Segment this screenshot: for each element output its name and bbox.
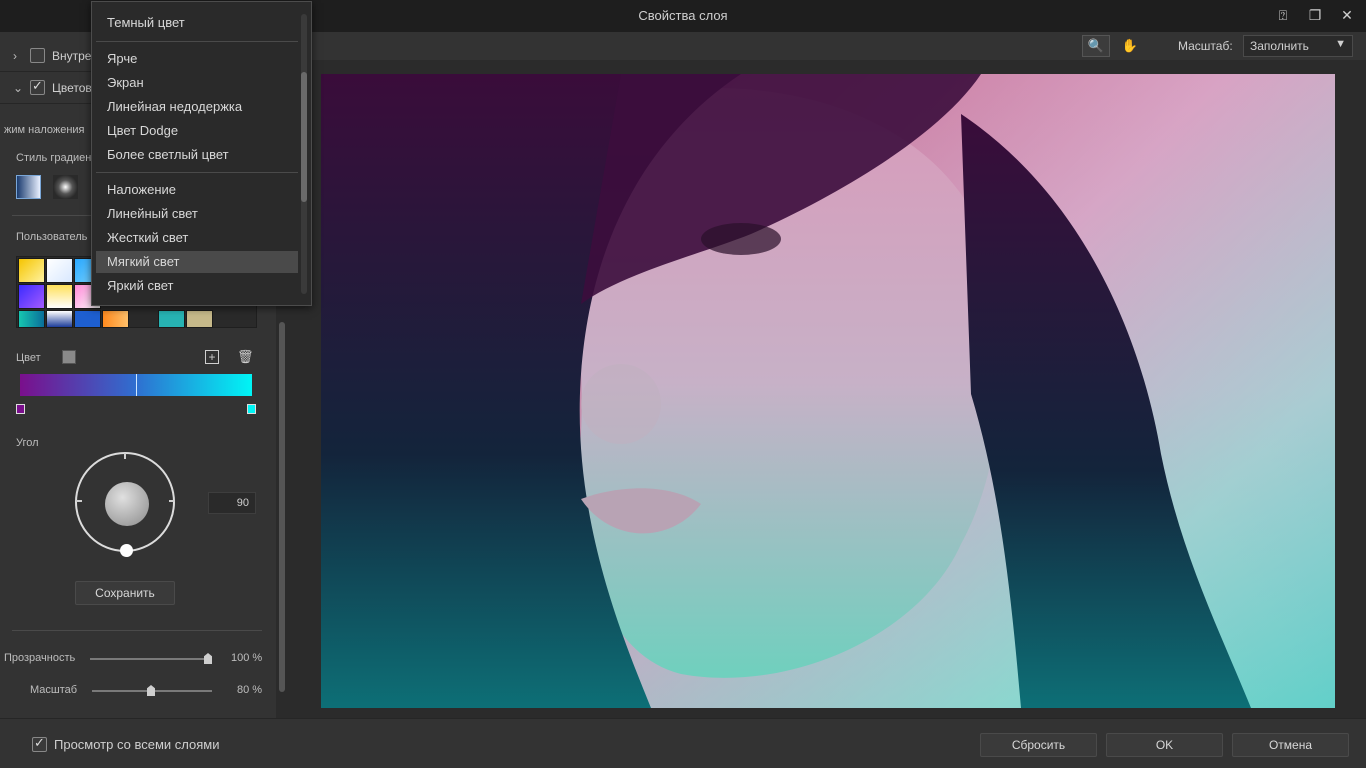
zoom-tool-icon[interactable]: 🔍 bbox=[1082, 35, 1110, 57]
window-controls: ⍰ ❐ ✕ bbox=[1274, 6, 1356, 24]
add-stop-icon[interactable]: + bbox=[205, 350, 219, 364]
blend-option[interactable]: Темный цвет bbox=[96, 12, 298, 34]
blend-option[interactable]: Жесткий свет bbox=[96, 227, 298, 249]
preset-swatch[interactable] bbox=[102, 310, 129, 328]
blend-option[interactable]: Линейный свет bbox=[96, 203, 298, 225]
preset-swatch[interactable] bbox=[46, 310, 73, 328]
preview-toolbar: 🔍 ✋ Масштаб: Заполнить ▼ bbox=[290, 32, 1366, 60]
zoom-select[interactable]: Заполнить ▼ bbox=[1243, 35, 1353, 57]
scale-value: 80 % bbox=[237, 684, 263, 696]
hand-tool-icon[interactable]: ✋ bbox=[1116, 35, 1144, 57]
preview-all-layers-checkbox[interactable] bbox=[32, 735, 47, 752]
cancel-button[interactable]: Отмена bbox=[1232, 733, 1349, 757]
radial-gradient-style-button[interactable] bbox=[53, 175, 78, 199]
preset-swatch[interactable] bbox=[18, 310, 45, 328]
restore-icon[interactable]: ❐ bbox=[1306, 6, 1324, 24]
save-button[interactable]: Сохранить bbox=[75, 581, 175, 605]
chevron-down-icon[interactable]: ⌄ bbox=[13, 81, 23, 95]
blend-option[interactable]: Цвет Dodge bbox=[96, 120, 298, 142]
preset-swatch[interactable] bbox=[46, 284, 73, 309]
gradient-stop-start[interactable] bbox=[16, 404, 25, 414]
scale-label: Масштаб bbox=[30, 684, 78, 696]
blend-option[interactable]: Линейная недодержка bbox=[96, 96, 298, 118]
dial-tick bbox=[169, 500, 175, 502]
opacity-value: 100 % bbox=[231, 652, 263, 664]
inner-effect-checkbox[interactable] bbox=[30, 48, 45, 63]
angle-input[interactable]: 90 bbox=[208, 492, 256, 514]
color-label: Цвет bbox=[16, 352, 41, 364]
zoom-label: Масштаб: bbox=[1178, 39, 1233, 53]
preset-swatch[interactable] bbox=[18, 284, 45, 309]
dropdown-separator bbox=[96, 172, 298, 173]
color-overlay-label: Цветов bbox=[52, 81, 92, 95]
scrollbar-thumb[interactable] bbox=[279, 322, 285, 692]
opacity-slider-track[interactable] bbox=[90, 658, 210, 660]
dial-handle[interactable] bbox=[120, 544, 133, 557]
gradient-style-label: Стиль градиен bbox=[16, 152, 92, 164]
zoom-select-value: Заполнить bbox=[1250, 39, 1309, 53]
preset-swatch[interactable] bbox=[74, 310, 101, 328]
blend-option-selected[interactable]: Мягкий свет bbox=[96, 251, 298, 273]
gradient-stop-end[interactable] bbox=[247, 404, 256, 414]
trash-icon[interactable]: 🗑 bbox=[237, 349, 254, 365]
dialog-footer: Просмотр со всеми слоями Сбросить OK Отм… bbox=[0, 718, 1366, 768]
preset-swatch[interactable] bbox=[158, 310, 185, 328]
divider bbox=[12, 630, 262, 631]
chevron-right-icon[interactable]: › bbox=[13, 49, 17, 63]
close-icon[interactable]: ✕ bbox=[1338, 6, 1356, 24]
dropdown-scrollbar-thumb[interactable] bbox=[301, 72, 307, 202]
reset-button[interactable]: Сбросить bbox=[980, 733, 1097, 757]
help-icon[interactable]: ⍰ bbox=[1274, 6, 1292, 24]
custom-presets-label: Пользователь bbox=[16, 231, 88, 243]
dial-tick bbox=[124, 453, 126, 459]
dropdown-scrollbar[interactable] bbox=[301, 14, 307, 294]
preview-all-layers-label: Просмотр со всеми слоями bbox=[54, 737, 220, 752]
blend-option[interactable]: Ярче bbox=[96, 48, 298, 70]
gradient-midpoint[interactable] bbox=[136, 374, 137, 396]
dial-knob bbox=[105, 482, 149, 526]
linear-gradient-style-button[interactable] bbox=[16, 175, 41, 199]
blend-mode-dropdown[interactable]: Темный цвет Ярче Экран Линейная недодерж… bbox=[91, 1, 312, 306]
dropdown-separator bbox=[96, 41, 298, 42]
opacity-label: Прозрачность bbox=[4, 652, 76, 664]
preset-swatch[interactable] bbox=[46, 258, 73, 283]
preset-swatch[interactable] bbox=[186, 310, 213, 328]
dial-tick bbox=[76, 500, 82, 502]
ok-button[interactable]: OK bbox=[1106, 733, 1223, 757]
blend-mode-label: жим наложения bbox=[4, 124, 85, 136]
inner-effect-label: Внутре bbox=[52, 49, 92, 63]
angle-dial[interactable] bbox=[75, 452, 175, 557]
preview-image bbox=[321, 74, 1335, 708]
blend-option[interactable]: Более светлый цвет bbox=[96, 144, 298, 166]
angle-label: Угол bbox=[16, 437, 39, 449]
preview-canvas[interactable] bbox=[290, 60, 1366, 718]
dropdown-arrow-icon: ▼ bbox=[1335, 38, 1346, 50]
preset-swatch[interactable] bbox=[18, 258, 45, 283]
preview-image-art bbox=[321, 74, 1335, 708]
blend-option[interactable]: Экран bbox=[96, 72, 298, 94]
blend-option[interactable]: Яркий свет bbox=[96, 275, 298, 297]
scale-slider-thumb[interactable] bbox=[147, 685, 155, 696]
color-swatch[interactable] bbox=[62, 350, 76, 364]
opacity-slider-thumb[interactable] bbox=[204, 653, 212, 664]
color-overlay-checkbox[interactable] bbox=[30, 78, 45, 95]
blend-option[interactable]: Наложение bbox=[96, 179, 298, 201]
